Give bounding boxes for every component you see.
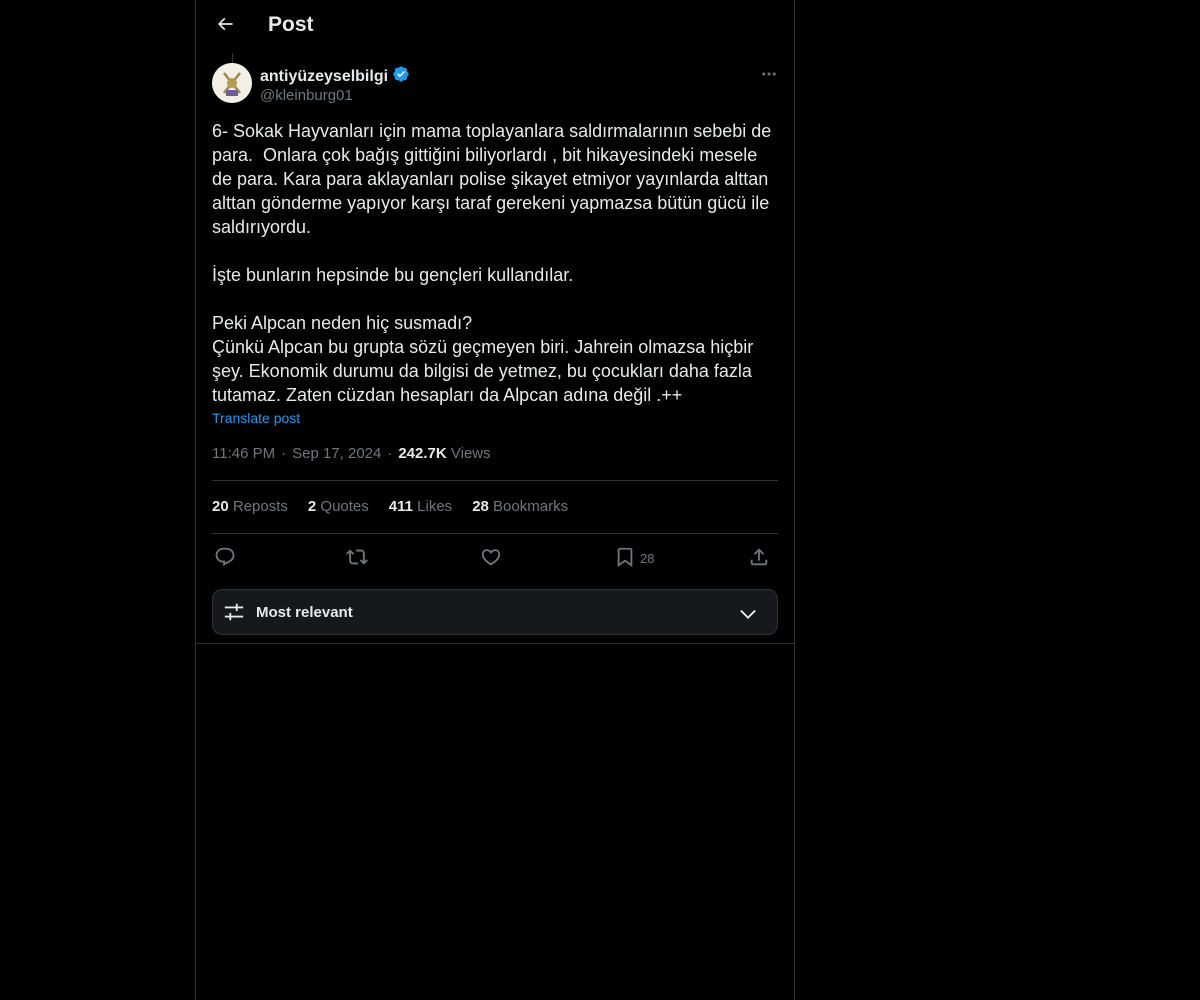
divider [212,533,778,534]
likes-stat[interactable]: 411 Likes [389,498,452,515]
reposts-stat[interactable]: 20 Reposts [212,498,288,515]
more-options-button[interactable] [756,63,782,89]
more-horizontal-icon [760,65,778,88]
divider [212,480,778,481]
arrow-left-icon [215,14,235,39]
header: Post [196,0,794,53]
views-label: Views [450,445,491,462]
action-bar: 28 [212,545,778,571]
bookmarks-label: Bookmarks [493,498,569,515]
repost-button[interactable] [346,545,368,571]
bookmark-button[interactable]: 28 [614,545,654,571]
back-button[interactable] [208,9,242,43]
reposts-count: 20 [212,498,229,515]
likes-count: 411 [388,498,413,515]
post-text: 6- Sokak Hayvanları için mama toplayanla… [212,121,772,405]
post-meta: 11:46 PM · Sep 17, 2024 · 242.7K Views [212,445,491,462]
reposts-label: Reposts [232,498,288,515]
chevron-down-icon [737,603,759,630]
author-display-name[interactable]: antiyüzeyselbilgi [260,68,388,86]
bookmarks-stat[interactable]: 28 Bookmarks [472,498,568,515]
page-title: Post [268,13,314,36]
likes-label: Likes [417,498,453,515]
sort-replies-dropdown[interactable]: Most relevant [212,589,778,635]
bookmark-count: 28 [640,550,655,566]
share-icon [748,546,770,571]
repost-icon [346,546,368,571]
reply-icon [214,546,236,571]
meta-separator: · [281,445,287,462]
bookmark-icon [614,546,636,571]
share-button[interactable] [748,545,770,571]
post-time[interactable]: 11:46 PM [212,445,275,462]
reply-button[interactable] [214,545,236,571]
translate-post-link[interactable]: Translate post [212,410,300,426]
views-count: 242.7K [398,445,447,462]
like-button[interactable] [480,545,502,571]
author-handle[interactable]: @kleinburg01 [260,87,353,104]
quotes-count: 2 [307,498,317,515]
quotes-label: Quotes [320,498,369,515]
heart-icon [480,546,502,571]
views: 242.7K Views [398,445,490,462]
sort-label: Most relevant [256,604,353,621]
meta-separator: · [387,445,393,462]
post-date[interactable]: Sep 17, 2024 [292,445,381,462]
verified-badge-icon [392,65,410,88]
quotes-stat[interactable]: 2 Quotes [308,498,369,515]
thread-connector [232,53,233,63]
bookmarks-count: 28 [472,498,489,515]
sliders-icon [223,601,245,628]
post-column: Post antiyüzeyselbilgi @kleinburg01 6- S… [195,0,795,1000]
author-name[interactable]: antiyüzeyselbilgi [260,65,410,88]
section-divider [196,643,794,644]
engagement-stats: 20 Reposts 2 Quotes 411 Likes 28 Bookmar… [212,498,568,515]
avatar[interactable] [212,63,252,103]
